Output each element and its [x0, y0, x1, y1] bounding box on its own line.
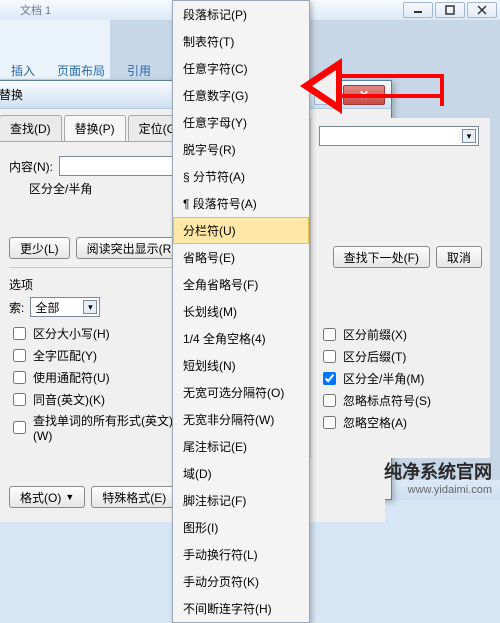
menu-item[interactable]: 分栏符(U) — [173, 217, 309, 244]
dialog-close-button[interactable]: ✕ — [343, 85, 385, 105]
menu-item[interactable]: 全角省略号(F) — [173, 271, 309, 298]
ribbon-tab-ref[interactable]: 引用 — [121, 60, 157, 80]
menu-item[interactable]: 手动换行符(L) — [173, 541, 309, 568]
dialog-help-button[interactable]: ? — [314, 85, 340, 105]
menu-item[interactable]: 省略号(E) — [173, 244, 309, 271]
find-input-right[interactable]: ▾ — [319, 126, 479, 146]
menu-item[interactable]: 域(D) — [173, 460, 309, 487]
menu-item[interactable]: 尾注标记(E) — [173, 433, 309, 460]
search-direction-label: 索: — [9, 299, 24, 316]
less-button[interactable]: 更少(L) — [9, 237, 70, 259]
cb-wildcards[interactable]: 使用通配符(U) — [9, 368, 182, 387]
menu-item[interactable]: 短划线(N) — [173, 352, 309, 379]
cb-match-prefix-2[interactable]: 区分前缀(X) — [319, 325, 482, 344]
find-label: 内容(N): — [9, 158, 53, 175]
cb-ignore-space-2[interactable]: 忽略空格(A) — [319, 413, 482, 432]
ribbon-tab-insert[interactable]: 插入 — [5, 60, 41, 80]
menu-item[interactable]: 任意字母(Y) — [173, 109, 309, 136]
search-direction-combo[interactable]: 全部 ▾ — [30, 297, 100, 317]
watermark-title: 纯净系统官网 — [384, 458, 492, 484]
menu-item[interactable]: 脱字号(R) — [173, 136, 309, 163]
maximize-button[interactable] — [435, 2, 465, 18]
watermark-url: www.yidaimi.com — [384, 484, 492, 496]
window-close-button[interactable] — [467, 2, 497, 18]
special-format-menu: 段落标记(P)制表符(T)任意字符(C)任意数字(G)任意字母(Y)脱字号(R)… — [172, 0, 310, 623]
watermark: 纯净系统官网 www.yidaimi.com — [384, 458, 492, 496]
menu-item[interactable]: 图形(I) — [173, 514, 309, 541]
close-icon: ✕ — [359, 88, 369, 102]
minimize-button[interactable] — [403, 2, 433, 18]
menu-item[interactable]: ¶ 段落符号(A) — [173, 190, 309, 217]
cb-full-half-width-2[interactable]: 区分全/半角(M) — [319, 369, 482, 388]
cb-all-word-forms[interactable]: 查找单词的所有形式(英文)(W) — [9, 412, 182, 443]
tab-find[interactable]: 查找(D) — [0, 115, 62, 141]
options-summary: 区分全/半角 — [29, 180, 92, 197]
cb-sounds-like[interactable]: 同音(英文)(K) — [9, 390, 182, 409]
find-next-button-2[interactable]: 查找下一处(F) — [333, 246, 430, 268]
dialog-right-panel: ▾ 查找下一处(F) 取消 区分前缀(X) 区分后缀(T) 区分全/半角(M) … — [310, 118, 490, 458]
menu-item[interactable]: 不间断连字符(H) — [173, 595, 309, 622]
dialog-title: 替换 — [0, 86, 23, 103]
tab-replace[interactable]: 替换(P) — [64, 115, 126, 141]
search-direction-value: 全部 — [35, 299, 59, 316]
cb-match-suffix-2[interactable]: 区分后缀(T) — [319, 347, 482, 366]
cb-match-case[interactable]: 区分大小写(H) — [9, 324, 182, 343]
format-button[interactable]: 格式(O)▼ — [9, 486, 85, 508]
menu-item[interactable]: 1/4 全角空格(4) — [173, 325, 309, 352]
chevron-down-icon[interactable]: ▾ — [462, 129, 476, 143]
doc-title: 文档 1 — [20, 2, 51, 18]
menu-item[interactable]: 任意数字(G) — [173, 82, 309, 109]
menu-item[interactable]: 制表符(T) — [173, 28, 309, 55]
menu-item[interactable]: 长划线(M) — [173, 298, 309, 325]
chevron-down-icon[interactable]: ▾ — [83, 300, 97, 314]
ribbon-tab-layout[interactable]: 页面布局 — [51, 60, 111, 80]
cb-whole-word[interactable]: 全字匹配(Y) — [9, 346, 182, 365]
menu-item[interactable]: 手动分页符(K) — [173, 568, 309, 595]
cb-ignore-punct-2[interactable]: 忽略标点符号(S) — [319, 391, 482, 410]
menu-item[interactable]: § 分节符(A) — [173, 163, 309, 190]
menu-item[interactable]: 段落标记(P) — [173, 1, 309, 28]
menu-item[interactable]: 任意字符(C) — [173, 55, 309, 82]
ribbon-tabs: 插入 页面布局 引用 — [0, 60, 157, 80]
menu-item[interactable]: 无宽可选分隔符(O) — [173, 379, 309, 406]
menu-item[interactable]: 无宽非分隔符(W) — [173, 406, 309, 433]
cancel-button-2[interactable]: 取消 — [436, 246, 482, 268]
menu-item[interactable]: 脚注标记(F) — [173, 487, 309, 514]
